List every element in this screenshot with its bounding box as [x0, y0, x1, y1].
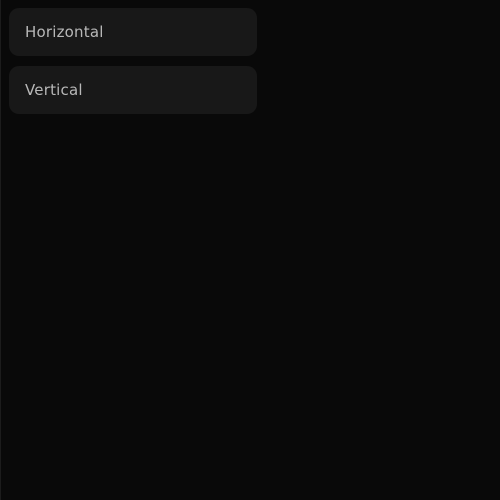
orientation-option-list: Horizontal Vertical	[9, 8, 257, 124]
option-vertical-label: Vertical	[25, 81, 83, 99]
option-horizontal-label: Horizontal	[25, 23, 104, 41]
option-horizontal[interactable]: Horizontal	[9, 8, 257, 56]
option-vertical[interactable]: Vertical	[9, 66, 257, 114]
screen: Horizontal Vertical	[0, 0, 500, 500]
left-border	[0, 0, 1, 500]
